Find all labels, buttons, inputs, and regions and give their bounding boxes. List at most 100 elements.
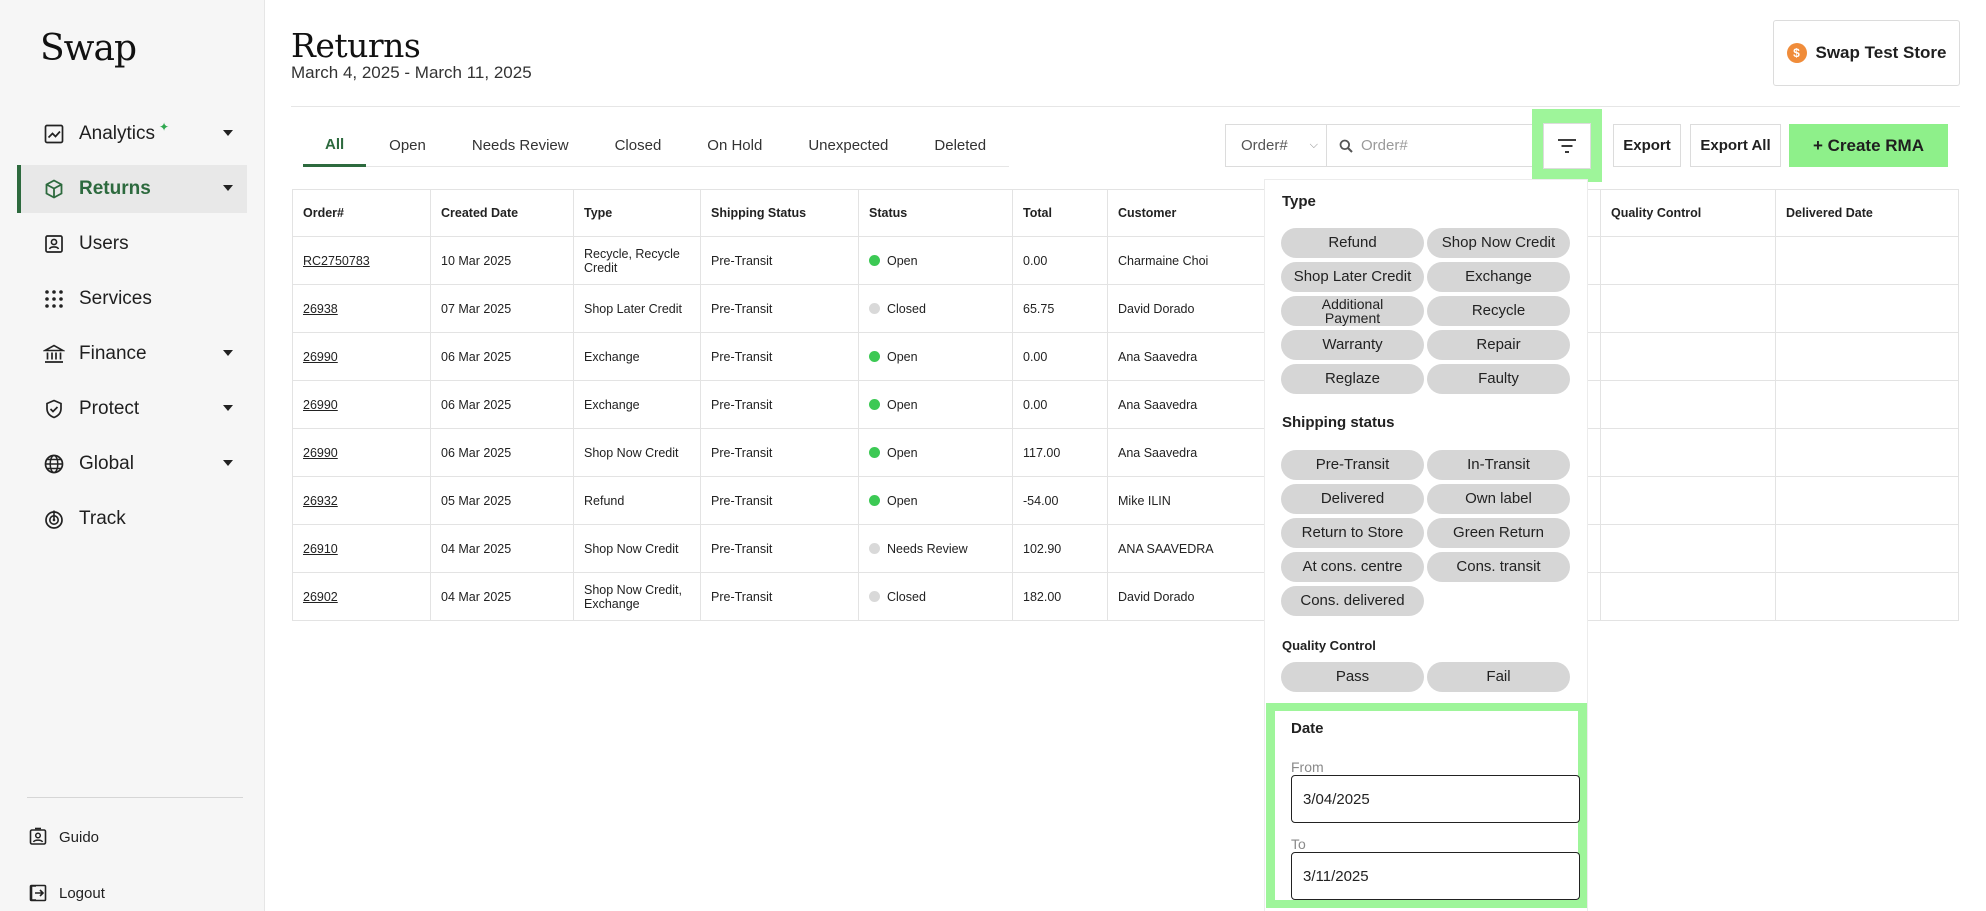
search-box[interactable]	[1326, 124, 1540, 167]
quality-control-cell	[1600, 236, 1776, 285]
column-header[interactable]: Order#	[292, 189, 431, 237]
date-from-label: From	[1291, 759, 1324, 775]
filter-chip-reglaze[interactable]: Reglaze	[1281, 364, 1424, 394]
status-label: Needs Review	[887, 541, 968, 556]
table-row[interactable]: 26990 06 Mar 2025 Shop Now Credit Pre-Trans…	[292, 428, 1959, 477]
date-from-input[interactable]	[1291, 775, 1580, 823]
store-icon: $	[1786, 43, 1807, 63]
filter-chip-delivered[interactable]: Delivered	[1281, 484, 1424, 514]
sidebar-item-global[interactable]: Global	[17, 440, 247, 488]
caret-down-icon[interactable]	[223, 350, 233, 356]
table-row[interactable]: 26990 06 Mar 2025 Exchange Pre-Transit Open 0…	[292, 380, 1959, 429]
status-cell: Open	[858, 380, 1013, 429]
order-link[interactable]: 26932	[303, 494, 338, 508]
caret-down-icon[interactable]	[223, 185, 233, 191]
total-cell: 117.00	[1012, 428, 1108, 477]
filter-chip-shop-later-credit[interactable]: Shop Later Credit	[1281, 262, 1424, 292]
order-link[interactable]: RC2750783	[303, 254, 370, 268]
sidebar-item-returns[interactable]: Returns	[17, 165, 247, 213]
tab-closed[interactable]: Closed	[592, 124, 685, 167]
type-cell: Shop Now Credit, Exchange	[573, 572, 701, 621]
filter-chip-fail[interactable]: Fail	[1427, 662, 1570, 692]
table-row[interactable]: 26902 04 Mar 2025 Shop Now Credit, Exchang…	[292, 572, 1959, 621]
tab-unexpected[interactable]: Unexpected	[785, 124, 911, 167]
sidebar-user[interactable]: Guido	[28, 827, 99, 847]
column-header[interactable]: Shipping Status	[700, 189, 859, 237]
filter-chip-warranty[interactable]: Warranty	[1281, 330, 1424, 360]
app-logo[interactable]: Swap	[40, 28, 137, 69]
filter-chip-cons-transit[interactable]: Cons. transit	[1427, 552, 1570, 582]
table-row[interactable]: 26990 06 Mar 2025 Exchange Pre-Transit Open 0…	[292, 332, 1959, 381]
sidebar-item-services[interactable]: Services	[17, 275, 247, 323]
order-link[interactable]: 26990	[303, 350, 338, 364]
sidebar-item-label: Protect	[79, 398, 140, 419]
table-row[interactable]: 26910 04 Mar 2025 Shop Now Credit Pre-Trans…	[292, 524, 1959, 573]
table-header-row: Order# Created Date Type Shipping Status Sta…	[292, 189, 1959, 237]
order-link[interactable]: 26990	[303, 398, 338, 412]
tab-open[interactable]: Open	[366, 124, 449, 167]
search-field-select[interactable]: Order# ⌵	[1225, 124, 1326, 167]
column-header[interactable]: Quality Control	[1600, 189, 1776, 237]
store-switcher-button[interactable]: $ Swap Test Store	[1773, 20, 1960, 86]
sidebar-item-label: Global	[79, 453, 134, 474]
sidebar-item-finance[interactable]: Finance	[17, 330, 247, 378]
tab-on-hold[interactable]: On Hold	[684, 124, 785, 167]
column-header[interactable]: Delivered Date	[1775, 189, 1959, 237]
create-rma-button[interactable]: + Create RMA	[1789, 124, 1948, 167]
total-cell: 65.75	[1012, 284, 1108, 333]
filter-button[interactable]	[1543, 122, 1591, 169]
search-icon	[1339, 139, 1353, 153]
type-cell: Shop Later Credit	[573, 284, 701, 333]
logout-button[interactable]: Logout	[28, 883, 105, 903]
column-header[interactable]: Total	[1012, 189, 1108, 237]
sidebar-item-users[interactable]: Users	[17, 220, 247, 268]
table-row[interactable]: 26938 07 Mar 2025 Shop Later Credit Pre-Tra…	[292, 284, 1959, 333]
status-label: Closed	[887, 301, 926, 316]
caret-down-icon[interactable]	[223, 460, 233, 466]
tab-all[interactable]: All	[303, 124, 367, 167]
tab-deleted[interactable]: Deleted	[911, 124, 1009, 167]
column-header[interactable]: Type	[573, 189, 701, 237]
table-row[interactable]: RC2750783 10 Mar 2025 Recycle, Recycle Cre…	[292, 236, 1959, 285]
tab-needs-review[interactable]: Needs Review	[449, 124, 592, 167]
order-cell: 26910	[292, 524, 431, 573]
filter-chip-own-label[interactable]: Own label	[1427, 484, 1570, 514]
search-input[interactable]	[1361, 137, 1511, 154]
filter-type-heading: Type	[1282, 193, 1316, 210]
filter-chip-additional-payment[interactable]: Additional Payment	[1281, 296, 1424, 326]
column-header[interactable]: Created Date	[430, 189, 574, 237]
order-link[interactable]: 26910	[303, 542, 338, 556]
filter-chip-green-return[interactable]: Green Return	[1427, 518, 1570, 548]
user-badge-icon	[29, 827, 47, 845]
filter-chip-return-to-store[interactable]: Return to Store	[1281, 518, 1424, 548]
filter-chip-in-transit[interactable]: In-Transit	[1427, 450, 1570, 480]
status-dot-icon	[869, 254, 880, 266]
status-label: Open	[887, 253, 918, 268]
sidebar-item-label: Users	[79, 233, 129, 254]
sidebar-item-analytics[interactable]: Analytics ✦	[17, 110, 247, 158]
date-to-input[interactable]	[1291, 852, 1580, 900]
column-header[interactable]: Status	[858, 189, 1013, 237]
filter-chip-exchange[interactable]: Exchange	[1427, 262, 1570, 292]
total-cell: 0.00	[1012, 332, 1108, 381]
filter-chip-faulty[interactable]: Faulty	[1427, 364, 1570, 394]
filter-chip-pass[interactable]: Pass	[1281, 662, 1424, 692]
sidebar-item-track[interactable]: Track	[17, 495, 247, 543]
filter-chip-shop-now-credit[interactable]: Shop Now Credit	[1427, 228, 1570, 258]
caret-down-icon[interactable]	[223, 130, 233, 136]
order-link[interactable]: 26990	[303, 446, 338, 460]
filter-chip-cons-delivered[interactable]: Cons. delivered	[1281, 586, 1424, 616]
filter-chip-refund[interactable]: Refund	[1281, 228, 1424, 258]
caret-down-icon[interactable]	[223, 405, 233, 411]
order-cell: 26990	[292, 332, 431, 381]
filter-chip-recycle[interactable]: Recycle	[1427, 296, 1570, 326]
export-all-button[interactable]: Export All	[1690, 124, 1781, 167]
sidebar-item-protect[interactable]: Protect	[17, 385, 247, 433]
filter-chip-repair[interactable]: Repair	[1427, 330, 1570, 360]
filter-chip-pre-transit[interactable]: Pre-Transit	[1281, 450, 1424, 480]
filter-chip-at-cons-centre[interactable]: At cons. centre	[1281, 552, 1424, 582]
order-link[interactable]: 26938	[303, 302, 338, 316]
table-row[interactable]: 26932 05 Mar 2025 Refund Pre-Transit Open -54…	[292, 476, 1959, 525]
export-button[interactable]: Export	[1613, 124, 1681, 167]
order-link[interactable]: 26902	[303, 590, 338, 604]
